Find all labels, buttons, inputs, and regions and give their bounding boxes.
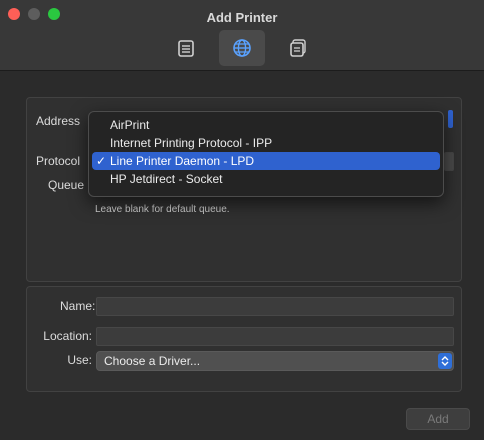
name-field[interactable] [96,297,454,316]
printer-icon [178,40,194,57]
use-label: Use: [67,353,92,367]
protocol-popup-edge[interactable] [444,152,454,171]
menu-item-label: Line Printer Daemon - LPD [110,154,255,168]
queue-label: Queue [48,178,85,192]
location-field[interactable] [96,327,454,346]
menu-item-0[interactable]: AirPrint [92,116,440,134]
add-button[interactable]: Add [406,408,470,430]
globe-icon [233,39,251,57]
tool-windows-printer[interactable] [275,30,321,66]
tool-ip-printer[interactable] [219,30,265,66]
queue-hint: Leave blank for default queue. [95,204,230,215]
toolbar [0,30,484,66]
location-label: Location: [43,329,92,343]
menu-item-label: Internet Printing Protocol - IPP [110,136,273,150]
name-label: Name: [60,299,96,313]
address-label: Address [36,114,81,128]
protocol-menu: AirPrint Internet Printing Protocol - IPP… [88,111,444,197]
address-field-edge[interactable] [448,110,453,128]
chevron-updown-icon [438,353,452,369]
menu-item-label: HP Jetdirect - Socket [110,172,223,186]
driver-select-value: Choose a Driver... [104,354,201,368]
menu-item-3[interactable]: HP Jetdirect - Socket [92,170,440,188]
printer-stack-icon [290,39,306,57]
menu-item-label: AirPrint [110,118,150,132]
window-title: Add Printer [206,10,278,25]
title-bar: Add Printer [0,0,484,71]
checkmark-icon: ✓ [96,154,107,168]
menu-item-2[interactable]: ✓ Line Printer Daemon - LPD [92,152,440,170]
driver-select[interactable]: Choose a Driver... [96,351,454,371]
tool-default-printer[interactable] [163,30,209,66]
protocol-label: Protocol [36,154,81,168]
menu-item-1[interactable]: Internet Printing Protocol - IPP [92,134,440,152]
